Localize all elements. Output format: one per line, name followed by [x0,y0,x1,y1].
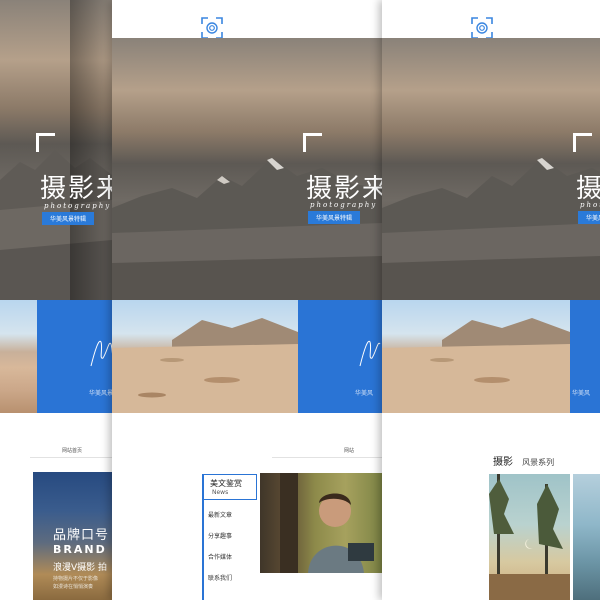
forest-photo [489,474,570,600]
brand-slogan-zh: 品牌口号 [53,528,110,543]
feature-subtitle: 华美风 [355,390,374,397]
hero-title: 摄影 [576,174,600,204]
brand-card: 品牌口号 BRAND SL 浪漫V摄影 拍 持物摄片不仅于影像 如漫诗在悄悄演奏 [33,472,112,600]
desert-image [382,300,570,413]
hero-banner: 摄影来源 photography 华美风景特辑 [112,38,382,300]
hero-title: 摄影来 [40,174,112,204]
feature-blue-block: 华美风 [570,300,600,413]
article-side-menu: 美文鉴赏 News 最新文章 分享趣事 合作媒体 联系我们 [202,474,258,600]
brand-slogan-en: BRAND SL [53,543,112,556]
hero-title: 摄影来源 [306,174,382,204]
side-menu-item[interactable]: 最新文章 [208,510,232,519]
hero-frame-corner [303,133,322,152]
side-menu-item[interactable]: 联系我们 [208,573,232,582]
hero-banner: 摄影 photogr 华美风 [382,38,600,300]
hero-button[interactable]: 华美风 [578,211,600,224]
side-menu-item[interactable]: 合作媒体 [208,552,232,561]
hero-frame-corner [573,133,592,152]
brand-tagline: 浪漫V摄影 拍 [53,563,108,573]
side-menu-subtitle: News [212,489,229,496]
mountain-image [382,158,600,300]
camera-logo-icon[interactable] [201,17,223,39]
nav-home[interactable]: 网站首页 [62,447,82,454]
camera-logo-icon[interactable] [471,17,493,39]
feature-subtitle: 华美风 [572,390,591,397]
series-heading: 摄影 风景系列 [493,450,554,469]
side-menu-title: 美文鉴赏 [210,479,242,488]
desert-image [0,300,37,413]
hero-script: photography [44,202,112,210]
side-menu-header[interactable]: 美文鉴赏 News [204,474,257,500]
feature-blue-block: 华美风景特辑 [37,300,112,413]
series-title-main: 摄影 [493,457,513,468]
brand-desc-1: 持物摄片不仅于影像 [53,576,99,582]
nav-divider [272,457,382,458]
nav-divider [30,457,112,458]
child-reading-photo [260,473,382,573]
feature-blue-block: 华美风 [298,300,382,413]
desert-image [112,300,298,413]
brand-desc-2: 如漫诗在悄悄演奏 [53,584,94,590]
hero-script: photography [310,201,378,209]
hero-banner: 摄影来 photography 华美风景特辑 [0,0,112,300]
hero-button[interactable]: 华美风景特辑 [42,212,95,225]
feature-subtitle: 华美风景特辑 [89,390,112,397]
hero-button[interactable]: 华美风景特辑 [308,211,361,224]
signature-icon [359,340,381,367]
waterfall-photo [573,474,600,600]
page-mockup-left: 摄影来 photography 华美风景特辑 华美风景特辑 网站首页 品牌口号 … [0,0,112,600]
series-title-sub: 风景系列 [522,458,555,467]
hero-script: photogr [580,201,600,209]
side-menu-item[interactable]: 分享趣事 [208,531,232,540]
nav-home[interactable]: 网站 [344,447,354,454]
signature-icon [90,340,112,367]
hero-frame-corner [36,133,55,152]
